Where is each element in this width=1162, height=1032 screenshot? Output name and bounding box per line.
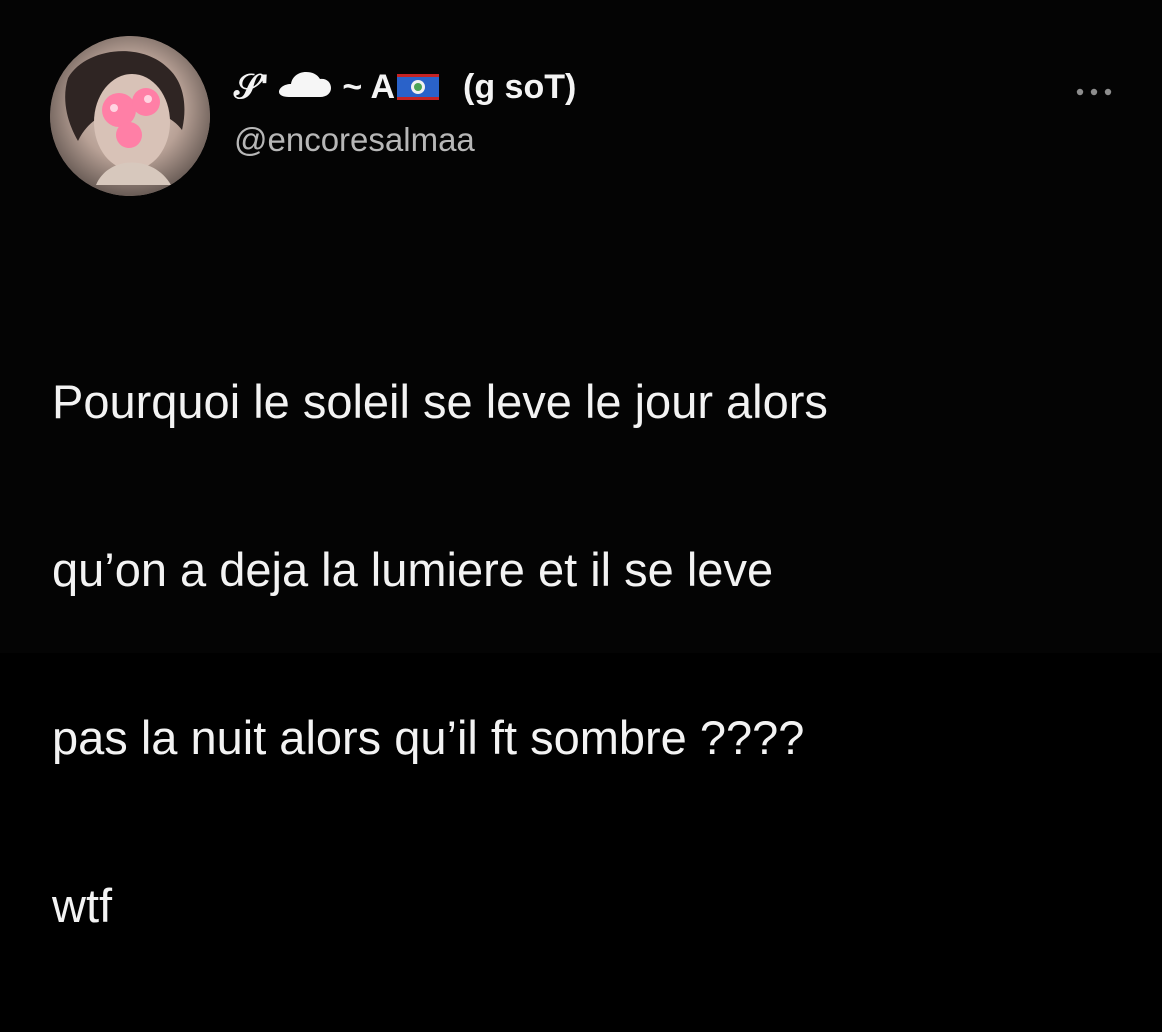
tweet-text-line: Pourquoi le soleil se leve le jour alors xyxy=(52,375,828,428)
tweet-text-line: qu’on a deja la lumiere et il se leve xyxy=(52,543,774,596)
display-name-prefix: 𝒮' xyxy=(234,68,269,106)
avatar-icon xyxy=(50,36,210,196)
display-name[interactable]: 𝒮' ~ A (g soT) xyxy=(234,58,994,116)
flag-icon xyxy=(397,74,439,100)
tweet-card: 𝒮' ~ A (g soT) @encoresalmaa Pourquoi le… xyxy=(0,0,1162,932)
display-name-suffix: (g soT) xyxy=(463,68,577,106)
tweet-text-line: pas la nuit alors qu’il ft sombre ???? xyxy=(52,711,805,764)
display-name-middle: ~ A xyxy=(342,68,395,106)
more-options-icon[interactable] xyxy=(1070,82,1118,102)
tweet-text-line: wtf xyxy=(52,879,113,932)
tweet-text: Pourquoi le soleil se leve le jour alors… xyxy=(52,276,1132,1032)
tweet-header: 𝒮' ~ A (g soT) @encoresalmaa xyxy=(234,58,994,188)
user-handle[interactable]: @encoresalmaa xyxy=(234,121,994,158)
cloud-icon xyxy=(279,72,332,97)
avatar[interactable] xyxy=(50,36,210,196)
